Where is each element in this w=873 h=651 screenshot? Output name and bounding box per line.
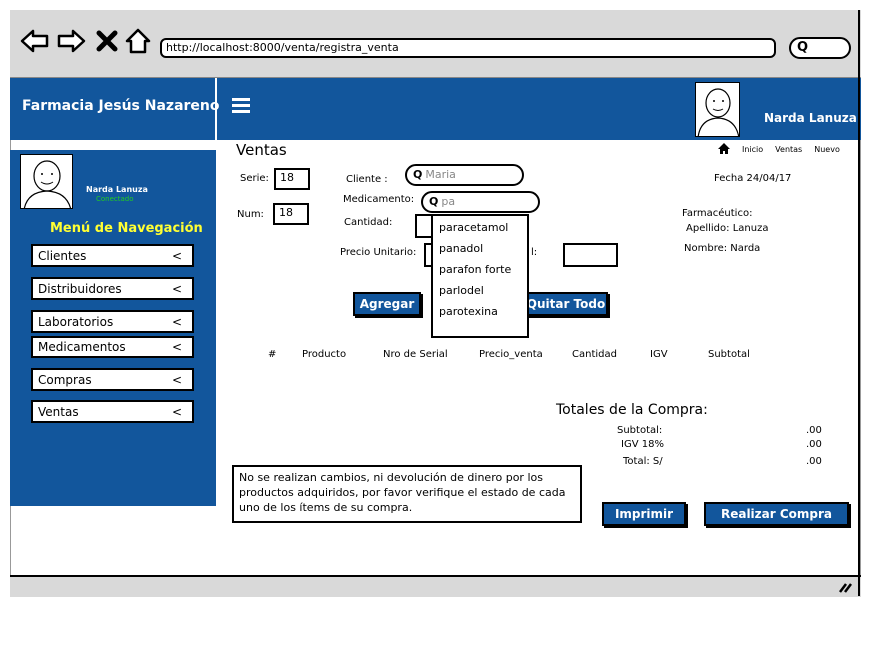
- chevron-left-icon: <: [171, 340, 182, 354]
- menu-title: Menú de Navegación: [50, 221, 203, 236]
- sidebar-item-clientes[interactable]: Clientes <: [31, 244, 194, 267]
- cantidad-label: Cantidad:: [344, 217, 393, 228]
- app-name: Farmacia Jesús Nazareno: [22, 98, 220, 114]
- column-header-number: #: [268, 349, 277, 360]
- sidebar-item-distribuidores[interactable]: Distribuidores <: [31, 277, 194, 300]
- sidebar-user-name: Narda Lanuza: [86, 185, 148, 194]
- serie-field[interactable]: 18: [274, 168, 310, 190]
- search-icon: Q: [413, 168, 423, 181]
- chevron-left-icon: <: [171, 314, 182, 329]
- column-header-producto: Producto: [302, 349, 347, 360]
- sidebar-item-label: Ventas: [38, 404, 79, 419]
- window-edge: [858, 10, 860, 596]
- search-icon: Q: [797, 40, 809, 55]
- sidebar-status: Conectado: [96, 195, 134, 203]
- chevron-left-icon: <: [171, 372, 182, 387]
- home-icon[interactable]: [124, 28, 152, 58]
- home-icon[interactable]: [718, 143, 730, 156]
- column-header-igv: IGV: [650, 349, 668, 360]
- suggestion-paracetamol[interactable]: paracetamol: [439, 221, 508, 234]
- sidebar-item-laboratorios[interactable]: Laboratorios <: [31, 310, 194, 333]
- url-bar[interactable]: http://localhost:8000/venta/registra_ven…: [160, 38, 776, 58]
- fecha: Fecha 24/04/17: [714, 173, 792, 184]
- cliente-placeholder: Maria: [425, 168, 456, 181]
- precio-unitario-label: Precio Unitario:: [340, 247, 417, 258]
- notice-box: No se realizan cambios, ni devolución de…: [232, 465, 582, 523]
- imprimir-button[interactable]: Imprimir: [602, 502, 686, 526]
- breadcrumb: Inicio Ventas Nuevo: [718, 143, 840, 156]
- quitar-todo-button[interactable]: Quitar Todo: [524, 292, 608, 316]
- medicamento-search-input[interactable]: Qpa: [421, 191, 540, 213]
- total-field[interactable]: [563, 243, 618, 267]
- browser-status-bar: [10, 575, 861, 597]
- chevron-left-icon: <: [171, 281, 182, 296]
- back-icon[interactable]: [20, 28, 50, 59]
- browser-search-field[interactable]: Q: [789, 37, 851, 59]
- resize-grip-icon[interactable]: [838, 581, 852, 597]
- totals-title: Totales de la Compra:: [556, 402, 708, 418]
- cliente-search-input[interactable]: Q Maria: [405, 164, 524, 186]
- igv-label: IGV 18%: [621, 439, 664, 450]
- subtotal-label: Subtotal:: [617, 425, 663, 436]
- sidebar-item-label: Distribuidores: [38, 281, 122, 296]
- page-title: Ventas: [236, 141, 287, 159]
- breadcrumb-item-inicio[interactable]: Inicio: [742, 145, 763, 154]
- hamburger-menu-icon[interactable]: [230, 96, 252, 116]
- agregar-button[interactable]: Agregar: [353, 292, 421, 316]
- suggestion-parotexina[interactable]: parotexina: [439, 305, 498, 318]
- num-field[interactable]: 18: [273, 203, 309, 225]
- num-label: Num:: [237, 209, 264, 220]
- sidebar-item-medicamentos[interactable]: Medicamentos <: [31, 336, 194, 358]
- header-divider: [215, 78, 217, 140]
- column-header-precio: Precio_venta: [479, 349, 543, 360]
- breadcrumb-item-ventas[interactable]: Ventas: [775, 145, 802, 154]
- sidebar-item-ventas[interactable]: Ventas <: [31, 400, 194, 423]
- medicamento-value: pa: [441, 195, 456, 208]
- suggestion-parlodel[interactable]: parlodel: [439, 284, 484, 297]
- sidebar-avatar: [20, 154, 73, 209]
- cliente-label: Cliente :: [346, 174, 388, 185]
- column-header-cantidad: Cantidad: [572, 349, 617, 360]
- search-icon: Q: [429, 195, 439, 208]
- suggestion-parafon-forte[interactable]: parafon forte: [439, 263, 511, 276]
- chevron-left-icon: <: [171, 248, 182, 263]
- subtotal-value: .00: [806, 425, 822, 436]
- stop-icon[interactable]: [96, 30, 118, 56]
- realizar-compra-button[interactable]: Realizar Compra: [704, 502, 849, 526]
- sidebar-item-label: Compras: [38, 372, 92, 387]
- serie-label: Serie:: [240, 173, 269, 184]
- column-header-serial: Nro de Serial: [383, 349, 448, 360]
- suggestion-panadol[interactable]: panadol: [439, 242, 483, 255]
- sidebar-item-label: Clientes: [38, 248, 87, 263]
- total-label: l:: [531, 247, 538, 258]
- total-value: .00: [806, 456, 822, 467]
- medicamento-label: Medicamento:: [343, 194, 415, 205]
- apellido: Apellido: Lanuza: [686, 223, 769, 234]
- forward-icon[interactable]: [56, 28, 86, 59]
- farmaceutico-label: Farmacéutico:: [682, 208, 753, 219]
- sidebar-item-label: Laboratorios: [38, 314, 114, 329]
- sidebar-item-compras[interactable]: Compras <: [31, 368, 194, 391]
- header-avatar[interactable]: [695, 82, 740, 137]
- medicamento-suggestions: paracetamol panadol parafon forte parlod…: [431, 214, 529, 338]
- breadcrumb-item-nuevo[interactable]: Nuevo: [814, 145, 840, 154]
- chevron-left-icon: <: [171, 404, 182, 419]
- header-user-name[interactable]: Narda Lanuza: [764, 111, 857, 125]
- igv-value: .00: [806, 439, 822, 450]
- column-header-subtotal: Subtotal: [708, 349, 750, 360]
- nombre: Nombre: Narda: [684, 243, 761, 254]
- total-label: Total: S/: [623, 456, 663, 467]
- sidebar-item-label: Medicamentos: [38, 340, 126, 354]
